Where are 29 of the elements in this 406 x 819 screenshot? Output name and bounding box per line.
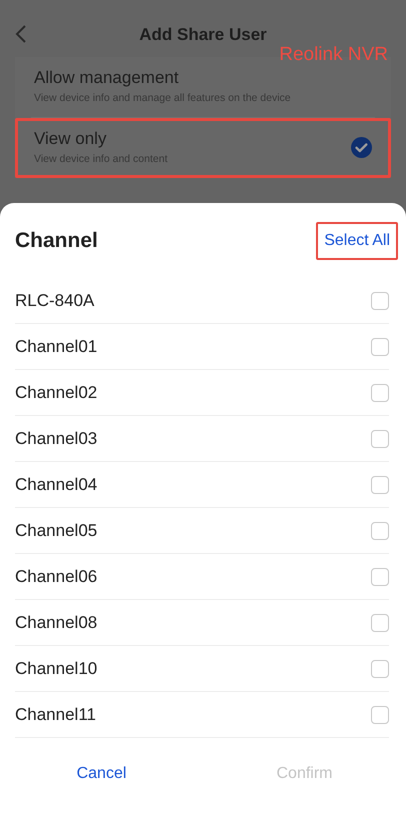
option-title: View only <box>34 129 108 149</box>
checkbox[interactable] <box>371 614 389 632</box>
channel-name: Channel01 <box>15 336 98 356</box>
checkbox[interactable] <box>371 292 389 310</box>
channel-name: Channel05 <box>15 520 98 540</box>
channel-name: RLC-840A <box>15 290 94 310</box>
channel-name: Channel02 <box>15 382 98 402</box>
footer-button[interactable]: Cancel <box>0 756 203 790</box>
sheet-title: Channel <box>15 228 98 252</box>
checkbox[interactable] <box>371 568 389 586</box>
channel-name: Channel10 <box>15 658 98 678</box>
option-title: Allow management <box>34 68 180 88</box>
checkbox[interactable] <box>371 430 389 448</box>
checkbox[interactable] <box>371 660 389 678</box>
page-title: Add Share User <box>139 24 267 44</box>
checkbox[interactable] <box>371 338 389 356</box>
channel-name: Channel08 <box>15 612 98 632</box>
channel-name: Channel03 <box>15 428 98 448</box>
back-icon[interactable] <box>14 24 28 44</box>
channel-name: Channel11 <box>15 704 96 724</box>
checkbox[interactable] <box>371 522 389 540</box>
channel-name: Channel06 <box>15 566 98 586</box>
channel-name: Channel04 <box>15 474 98 494</box>
check-circle-icon <box>351 136 372 158</box>
checkbox[interactable] <box>371 476 389 494</box>
checkbox[interactable] <box>371 706 389 724</box>
annotation-label: Reolink NVR <box>279 44 388 66</box>
checkbox[interactable] <box>371 384 389 402</box>
select-all-button[interactable]: Select All <box>316 222 398 260</box>
